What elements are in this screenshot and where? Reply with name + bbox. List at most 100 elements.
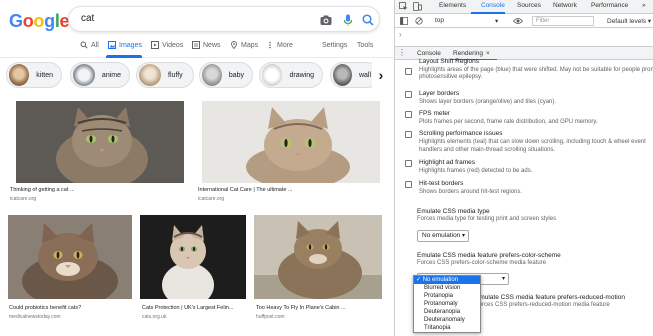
chip-thumbnail bbox=[9, 64, 30, 86]
option-desc: Highlights elements (teal) that can slow… bbox=[419, 139, 646, 145]
image-result[interactable]: Too Heavy To Fly In Plane's Cabin ... hu… bbox=[252, 212, 388, 322]
result-image[interactable] bbox=[16, 101, 184, 183]
result-caption[interactable]: Could probiotics benefit cats? bbox=[9, 305, 81, 311]
chip-anime[interactable]: anime bbox=[70, 62, 130, 88]
filter-input[interactable]: Filter bbox=[532, 16, 594, 26]
color-scheme-desc: Forces CSS prefers-color-scheme media fe… bbox=[417, 260, 547, 266]
filter-placeholder: Filter bbox=[536, 18, 550, 24]
result-image[interactable] bbox=[254, 215, 382, 299]
chip-thumbnail bbox=[73, 64, 95, 86]
result-source: icatcare.org bbox=[10, 196, 37, 202]
context-select[interactable]: top bbox=[435, 17, 444, 24]
console-toolbar: top ▾ Filter Default levels ▾ bbox=[395, 14, 653, 28]
result-caption[interactable]: Too Heavy To Fly In Plane's Cabin ... bbox=[256, 305, 346, 311]
tab-all[interactable]: All bbox=[80, 39, 99, 51]
color-scheme-title: Emulate CSS media feature prefers-color-… bbox=[417, 252, 561, 259]
inspect-icon[interactable] bbox=[399, 2, 408, 13]
tab-tools[interactable]: Tools bbox=[357, 39, 373, 51]
chip-label: baby bbox=[228, 71, 244, 79]
fps-meter-checkbox[interactable] bbox=[405, 111, 412, 118]
map-pin-icon bbox=[231, 41, 237, 49]
mic-icon[interactable] bbox=[341, 13, 355, 27]
tab-console[interactable]: Console bbox=[481, 2, 505, 9]
chip-drawing[interactable]: drawing bbox=[259, 62, 323, 88]
tab-images-label: Images bbox=[119, 41, 142, 49]
tab-more-label: More bbox=[277, 41, 293, 49]
option-title: FPS meter bbox=[419, 110, 451, 117]
kebab-menu-icon[interactable]: ⋮ bbox=[398, 48, 406, 57]
media-type-select[interactable]: No emulation ▾ bbox=[417, 230, 469, 242]
google-logo[interactable]: Google bbox=[9, 11, 70, 32]
search-input[interactable]: cat bbox=[81, 13, 94, 24]
tab-settings-label: Settings bbox=[322, 41, 348, 49]
eye-icon[interactable] bbox=[512, 17, 524, 27]
context-dropdown-icon[interactable]: ▾ bbox=[495, 17, 498, 25]
layer-borders-checkbox[interactable] bbox=[405, 91, 412, 98]
console-output: › bbox=[395, 28, 653, 46]
dropdown-option[interactable]: Protanomaly bbox=[414, 300, 480, 308]
result-image[interactable] bbox=[8, 215, 132, 299]
related-searches: kitten anime fluffy baby drawing wall bbox=[6, 62, 394, 88]
image-result[interactable]: Could probiotics benefit cats? medicalne… bbox=[4, 212, 132, 322]
result-caption[interactable]: Thinking of getting a cat ... bbox=[10, 187, 75, 193]
search-icon[interactable] bbox=[361, 13, 375, 27]
tab-videos[interactable]: Videos bbox=[151, 39, 183, 51]
image-result[interactable]: Cats Protection | UK's Largest Felin... … bbox=[138, 212, 250, 322]
layout-shift-checkbox[interactable] bbox=[405, 68, 412, 75]
chip-thumbnail bbox=[333, 64, 352, 86]
device-toolbar-icon[interactable] bbox=[413, 2, 422, 13]
clear-console-icon[interactable] bbox=[415, 17, 423, 27]
chip-label: drawing bbox=[289, 71, 314, 79]
chip-baby[interactable]: baby bbox=[199, 62, 253, 88]
tab-maps[interactable]: Maps bbox=[230, 39, 258, 51]
chip-fluffy[interactable]: fluffy bbox=[136, 62, 194, 88]
chip-thumbnail bbox=[262, 64, 283, 86]
result-caption[interactable]: Cats Protection | UK's Largest Felin... bbox=[142, 305, 233, 311]
result-image[interactable] bbox=[202, 101, 380, 183]
option-highlight-ad-frames: Highlight ad frames Highlights frames (r… bbox=[405, 159, 653, 177]
result-caption[interactable]: International Cat Care | The ultimate ..… bbox=[198, 187, 293, 193]
tab-images[interactable]: Images bbox=[108, 39, 142, 51]
tab-elements[interactable]: Elements bbox=[439, 2, 466, 9]
option-scrolling-performance: Scrolling performance issues Highlights … bbox=[405, 130, 653, 156]
scrolling-performance-checkbox[interactable] bbox=[405, 131, 412, 138]
dropdown-option[interactable]: Tritanopia bbox=[414, 324, 480, 332]
dropdown-option[interactable]: Deuteranopia bbox=[414, 308, 480, 316]
dropdown-option[interactable]: Protanopia bbox=[414, 292, 480, 300]
search-icon bbox=[80, 41, 88, 49]
tab-tools-label: Tools bbox=[357, 41, 374, 49]
dropdown-option[interactable]: Deuteranomaly bbox=[414, 316, 480, 324]
image-result[interactable]: Thinking of getting a cat ... icatcare.o… bbox=[8, 97, 190, 205]
option-layer-borders: Layer borders Shows layer borders (orang… bbox=[405, 90, 653, 108]
news-icon bbox=[192, 41, 200, 49]
more-tabs-icon[interactable]: » bbox=[642, 2, 646, 9]
reduced-motion-desc: Forces CSS prefers-reduced-motion media … bbox=[475, 302, 610, 308]
result-image[interactable] bbox=[140, 215, 246, 299]
hit-test-borders-checkbox[interactable] bbox=[405, 181, 412, 188]
log-levels-select[interactable]: Default levels ▾ bbox=[607, 17, 651, 25]
tab-sources[interactable]: Sources bbox=[517, 2, 541, 9]
tab-more[interactable]: More bbox=[266, 39, 293, 51]
tab-settings[interactable]: Settings bbox=[322, 39, 347, 51]
sidebar-toggle-icon[interactable] bbox=[400, 17, 408, 27]
image-result[interactable]: International Cat Care | The ultimate ..… bbox=[196, 97, 382, 205]
option-fps-meter: FPS meter Plots frames per second, frame… bbox=[405, 110, 653, 128]
chevron-right-icon[interactable]: › bbox=[372, 62, 390, 88]
search-tabs: All Images Videos News Maps More Setting… bbox=[0, 36, 394, 58]
dropdown-option[interactable]: ✓ No emulation bbox=[414, 276, 480, 284]
camera-icon[interactable] bbox=[319, 13, 333, 27]
chip-label: kitten bbox=[36, 71, 53, 79]
search-box[interactable]: cat bbox=[68, 6, 380, 32]
result-source: huffpost.com bbox=[256, 314, 285, 320]
tab-all-label: All bbox=[91, 41, 99, 49]
chip-kitten[interactable]: kitten bbox=[6, 62, 62, 88]
screen: Google cat All Images Videos News Maps M… bbox=[0, 0, 653, 336]
ad-frames-checkbox[interactable] bbox=[405, 160, 412, 167]
tab-network[interactable]: Network bbox=[553, 2, 577, 9]
tab-performance[interactable]: Performance bbox=[591, 2, 628, 9]
drawer-tab-console[interactable]: Console bbox=[417, 50, 441, 57]
dropdown-option[interactable]: Blurred vision bbox=[414, 284, 480, 292]
close-icon[interactable]: × bbox=[486, 50, 490, 57]
drawer-tab-rendering[interactable]: Rendering bbox=[453, 50, 483, 57]
tab-news[interactable]: News bbox=[192, 39, 221, 51]
